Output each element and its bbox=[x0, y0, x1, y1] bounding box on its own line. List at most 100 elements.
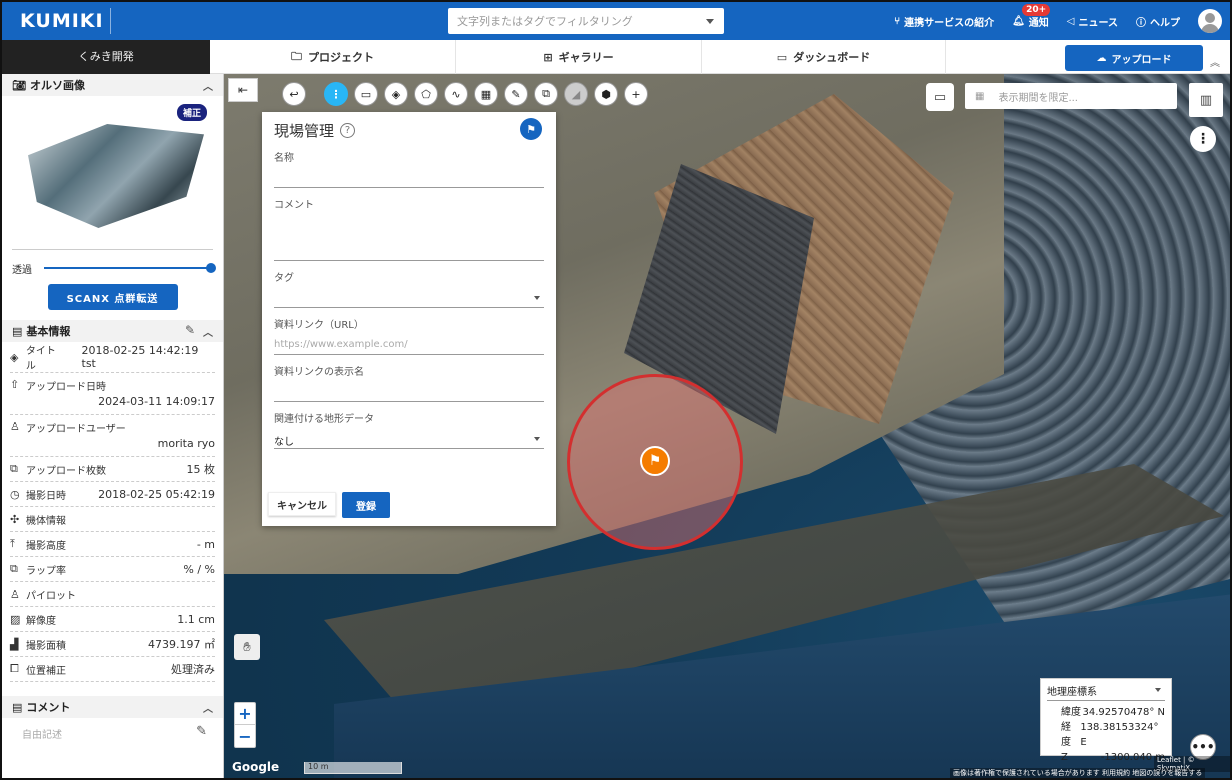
map-layer-icon[interactable]: ▥ bbox=[1189, 83, 1223, 117]
undo-icon[interactable]: ↩ bbox=[282, 82, 306, 106]
scanx-transfer-button[interactable]: SCANX 点群転送 bbox=[47, 284, 178, 310]
info-label: 撮影高度 bbox=[26, 540, 66, 552]
copy-icon[interactable]: ⧉ bbox=[534, 82, 558, 106]
tab-project[interactable]: 🗀 プロジェクト bbox=[210, 40, 456, 74]
chevron-down-icon[interactable] bbox=[706, 19, 714, 24]
info-row-altitude: ⤒ 撮影高度 - m bbox=[10, 532, 215, 557]
comment-textarea[interactable] bbox=[274, 211, 544, 261]
notification-link-label: 通知 bbox=[1028, 17, 1049, 29]
comment-field[interactable]: コメント bbox=[274, 196, 544, 261]
latitude-value: 34.92570478° N bbox=[1082, 707, 1165, 718]
help-icon[interactable]: ? bbox=[340, 123, 356, 138]
terrain-select[interactable]: なし bbox=[274, 425, 544, 449]
comment-box[interactable]: 自由記述 ✎ bbox=[2, 718, 223, 749]
viewer-toggle-icon[interactable]: ▭ bbox=[926, 83, 954, 111]
tag-field-label: タグ bbox=[274, 273, 294, 284]
header-links: ⑂ 連携サービスの紹介 🔔︎ 20+ 通知 ◁ ニュース ⓘ ヘルプ bbox=[894, 2, 1222, 40]
url-field-label: 資料リンク（URL） bbox=[274, 320, 364, 331]
chevron-down-icon[interactable] bbox=[534, 437, 540, 441]
scanx-transfer-label: SCANX 点群転送 bbox=[66, 293, 159, 305]
news-link-label: ニュース bbox=[1078, 17, 1119, 29]
pilot-icon: ♙ bbox=[10, 587, 20, 601]
folder-icon: 🗀 bbox=[291, 49, 302, 63]
chevron-up-icon[interactable]: ︿ bbox=[203, 700, 213, 715]
chevron-down-icon[interactable] bbox=[1155, 688, 1161, 692]
more-vertical-icon[interactable]: ⋮ bbox=[324, 82, 348, 106]
app-logo[interactable]: KUMIKI bbox=[20, 10, 104, 32]
profile-icon[interactable]: ∿ bbox=[444, 82, 468, 106]
megaphone-icon: ◁ bbox=[1066, 15, 1075, 27]
tag-field[interactable]: タグ bbox=[274, 269, 544, 308]
opacity-slider-handle[interactable] bbox=[206, 263, 216, 273]
google-attribution[interactable]: 画像は著作権で保護されている場合があります 利用規約 地図の誤りを報告する bbox=[950, 768, 1206, 778]
info-label: アップロード枚数 bbox=[26, 465, 106, 477]
polygon-icon[interactable]: ⬠ bbox=[414, 82, 438, 106]
ortho-section-title: オルソ画像 bbox=[29, 79, 85, 92]
logo-divider bbox=[110, 8, 111, 34]
search-input[interactable]: 文字列またはタグでフィルタリング bbox=[448, 8, 724, 34]
area-measure-icon[interactable]: ◈ bbox=[384, 82, 408, 106]
coordinate-system-select[interactable]: 地理座標系 bbox=[1047, 683, 1165, 701]
chevron-up-icon[interactable]: ︿ bbox=[203, 78, 213, 93]
zoom-out-button[interactable]: − bbox=[235, 725, 255, 747]
chevron-down-icon[interactable] bbox=[534, 296, 540, 300]
map-view[interactable]: ⚑ ⇤ ↩ ⋮ ▭ ◈ ⬠ ∿ ▦ ✎ ⧉ ◢ ⬢ + 現場管理 ? ⚑ 名称 bbox=[224, 74, 1230, 778]
news-link[interactable]: ◁ ニュース bbox=[1067, 14, 1118, 29]
date-filter-placeholder: 表示期間を限定... bbox=[998, 92, 1078, 104]
cancel-button[interactable]: キャンセル bbox=[268, 492, 336, 516]
date-filter-input[interactable]: ▦ 表示期間を限定... bbox=[965, 83, 1177, 109]
link-name-input[interactable] bbox=[274, 378, 544, 402]
correction-badge: 補正 bbox=[176, 104, 207, 121]
scale-bar: 10 m bbox=[304, 762, 402, 774]
avatar[interactable] bbox=[1198, 9, 1222, 33]
ruler-icon[interactable]: ▭ bbox=[354, 82, 378, 106]
cube-icon[interactable]: ⬢ bbox=[594, 82, 618, 106]
flag-icon[interactable]: ⚑ bbox=[640, 446, 670, 476]
help-link-label: ヘルプ bbox=[1150, 17, 1180, 29]
info-label: 撮影面積 bbox=[26, 640, 66, 652]
help-link[interactable]: ⓘ ヘルプ bbox=[1136, 14, 1180, 29]
chevron-up-icon[interactable]: ︿ bbox=[203, 324, 213, 339]
url-input[interactable]: https://www.example.com/ bbox=[274, 331, 544, 355]
add-icon[interactable]: + bbox=[624, 82, 648, 106]
upload-button[interactable]: ☁ アップロード bbox=[1065, 45, 1203, 71]
terrain-field[interactable]: 関連付ける地形データ なし bbox=[274, 410, 544, 449]
edit-icon[interactable]: ✎ bbox=[185, 323, 195, 337]
more-options-icon[interactable]: ⋮ bbox=[1190, 126, 1216, 152]
flag-icon[interactable]: ⚑ bbox=[520, 118, 542, 140]
info-row-title: ◈ タイトル 2018-02-25 14:42:19 tst bbox=[10, 342, 215, 373]
project-name[interactable]: くみき開発 bbox=[2, 40, 210, 74]
register-button[interactable]: 登録 bbox=[342, 492, 390, 518]
tab-dashboard-label: ダッシュボード bbox=[793, 51, 871, 64]
opacity-slider[interactable] bbox=[44, 263, 216, 273]
longitude-value: 138.38153324° E bbox=[1080, 722, 1159, 748]
ortho-thumbnail[interactable]: 補正 bbox=[12, 102, 213, 250]
longitude-label: 経度 bbox=[1061, 722, 1071, 748]
hand-pan-icon[interactable]: ✋︎ bbox=[234, 634, 260, 660]
url-field[interactable]: 資料リンク（URL） https://www.example.com/ bbox=[274, 316, 544, 355]
tag-select[interactable] bbox=[274, 284, 544, 308]
info-label: アップロード日時 bbox=[26, 382, 106, 393]
edit-icon[interactable]: ✎ bbox=[196, 724, 207, 739]
tab-gallery[interactable]: ⊞ ギャラリー bbox=[456, 40, 702, 74]
collapse-sidebar-icon[interactable]: ⇤ bbox=[228, 78, 258, 102]
chevron-up-icon[interactable]: ︽ bbox=[1210, 54, 1220, 69]
volume-icon[interactable]: ▦ bbox=[474, 82, 498, 106]
draw-icon[interactable]: ✎ bbox=[504, 82, 528, 106]
ortho-section-header[interactable]: 📷︎ オルソ画像 ︿ bbox=[2, 74, 223, 96]
sidebar: 📷︎ オルソ画像 ︿ 補正 透過 SCANX 点群転送 ▤ 基本情報 ✎ ︿ ◈ bbox=[2, 74, 224, 778]
name-field[interactable]: 名称 bbox=[274, 149, 544, 188]
info-row-position-correction: ⧠ 位置補正 処理済み bbox=[10, 657, 215, 682]
notification-link[interactable]: 🔔︎ 20+ 通知 bbox=[1012, 3, 1051, 29]
tab-dashboard[interactable]: ▭ ダッシュボード bbox=[702, 40, 946, 74]
comment-section-header[interactable]: ▤ コメント ︿ bbox=[2, 696, 223, 718]
name-input[interactable] bbox=[274, 164, 544, 188]
basic-info-title: 基本情報 bbox=[26, 325, 71, 338]
integration-link[interactable]: ⑂ 連携サービスの紹介 bbox=[894, 14, 994, 29]
comment-section-title: コメント bbox=[26, 701, 71, 714]
eraser-icon[interactable]: ◢ bbox=[564, 82, 588, 106]
zoom-in-button[interactable]: + bbox=[235, 703, 255, 725]
basic-info-section-header[interactable]: ▤ 基本情報 ✎ ︿ bbox=[2, 320, 223, 342]
form-title-row: 現場管理 ? bbox=[274, 120, 544, 141]
link-name-field[interactable]: 資料リンクの表示名 bbox=[274, 363, 544, 402]
